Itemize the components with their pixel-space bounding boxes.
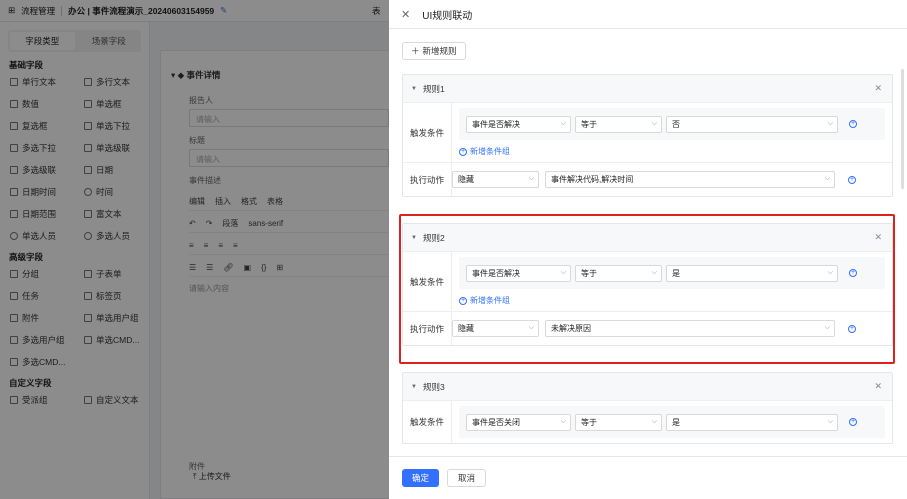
add-action-icon[interactable]: + — [848, 324, 856, 333]
add-circle-icon: + — [459, 296, 467, 305]
condition-field-select[interactable]: 事件是否解决 ⌵ — [466, 264, 571, 282]
chevron-down-icon: ⌵ — [824, 324, 830, 331]
chevron-down-icon: ⌵ — [827, 417, 833, 425]
chevron-down-icon: ⌵ — [827, 119, 833, 127]
chevron-down-icon: ⌵ — [651, 417, 657, 425]
trigger-row: 触发条件 事件是否解决 ⌵ 等于 ⌵ 否 ⌵ + + 新增条件组 — [403, 102, 892, 162]
drawer-header: ✕ UI规则联动 — [389, 0, 907, 29]
drawer-title: UI规则联动 — [422, 10, 473, 22]
modal-overlay[interactable] — [0, 0, 389, 499]
condition-field-select[interactable]: 事件是否解决 ⌵ — [466, 115, 571, 133]
drawer-body: ＋ 新增规则 ▼ 规则1 ✕ 触发条件 事件是否解决⌵ 等于⌵ 否⌵ + — [389, 29, 907, 456]
trigger-content: 事件是否解决 ⌵ 等于 ⌵ 是 ⌵ + + 新增条件组 — [452, 252, 892, 311]
rule-header[interactable]: ▼ 规则1 ✕ — [403, 75, 892, 102]
chevron-down-icon: ⌵ — [528, 175, 534, 182]
delete-rule-icon[interactable]: ✕ — [874, 232, 882, 243]
trigger-content: 事件是否解决 ⌵ 等于 ⌵ 否 ⌵ + + 新增条件组 — [452, 103, 892, 162]
cancel-button[interactable]: 取消 — [447, 469, 487, 487]
chevron-down-icon: ⌵ — [824, 175, 830, 182]
trigger-label: 触发条件 — [403, 252, 452, 311]
close-icon[interactable]: ✕ — [401, 8, 410, 21]
plus-icon: ＋ — [411, 46, 420, 56]
action-content: 隐藏 ⌵ 事件解决代码,解决时间 ⌵ + — [452, 163, 892, 196]
rule-header[interactable]: ▼ 规则3 ✕ — [403, 373, 892, 400]
condition-value-select[interactable]: 是 ⌵ — [666, 264, 838, 282]
condition-value-select[interactable]: 是 ⌵ — [666, 413, 838, 431]
add-condition-icon[interactable]: + — [849, 418, 857, 426]
rule-header[interactable]: ▼ 规则2 ✕ — [403, 224, 892, 251]
rule-card: ▼ 规则2 ✕ 触发条件 事件是否解决⌵ 等于⌵ 是⌵ + + 新增条件组 — [402, 223, 893, 346]
condition-operator-select[interactable]: 等于 ⌵ — [575, 264, 662, 282]
trigger-label: 触发条件 — [403, 401, 452, 443]
add-condition-group-button[interactable]: + 新增条件组 — [459, 295, 885, 306]
caret-down-icon[interactable]: ▼ — [411, 235, 417, 241]
ui-rule-drawer: ✕ UI规则联动 ＋ 新增规则 ▼ 规则1 ✕ 触发条件 事件是否解决 ⌵ 等于 ⌵… — [389, 0, 907, 499]
add-action-icon[interactable]: + — [848, 175, 856, 184]
confirm-button[interactable]: 确定 — [402, 469, 440, 487]
chevron-down-icon: ⌵ — [651, 119, 657, 127]
condition-group: 事件是否解决 ⌵ 等于 ⌵ 否 ⌵ + — [459, 108, 885, 140]
condition-value-select[interactable]: 否 ⌵ — [666, 115, 838, 133]
rule-card: ▼ 规则1 ✕ 触发条件 事件是否解决⌵ 等于⌵ 否⌵ + + 新增条件组 — [402, 74, 893, 197]
delete-rule-icon[interactable]: ✕ — [874, 381, 882, 392]
chevron-down-icon: ⌵ — [827, 268, 833, 276]
delete-rule-icon[interactable]: ✕ — [874, 83, 882, 94]
trigger-row: 触发条件 事件是否关闭 ⌵ 等于 ⌵ 是 ⌵ + — [403, 400, 892, 443]
action-target-select[interactable]: 未解决原因 ⌵ — [545, 320, 835, 337]
action-label: 执行动作 — [403, 163, 452, 196]
action-target-select[interactable]: 事件解决代码,解决时间 ⌵ — [545, 171, 835, 188]
chevron-down-icon: ⌵ — [560, 268, 566, 276]
caret-down-icon[interactable]: ▼ — [411, 86, 417, 92]
add-rule-button[interactable]: ＋ 新增规则 — [402, 42, 466, 60]
rule-card: ▼ 规则3 ✕ 触发条件 事件是否关闭 ⌵ 等于 ⌵ 是 ⌵ + — [402, 372, 893, 444]
drawer-footer: 确定 取消 — [389, 456, 907, 499]
chevron-down-icon: ⌵ — [651, 268, 657, 276]
rule-name: 规则2 — [422, 232, 445, 243]
caret-down-icon[interactable]: ▼ — [411, 384, 417, 390]
drawer-scrollbar[interactable] — [901, 69, 904, 189]
action-row: 执行动作 隐藏 ⌵ 未解决原因 ⌵ + — [403, 311, 892, 345]
action-type-select[interactable]: 隐藏 ⌵ — [452, 320, 539, 337]
action-label: 执行动作 — [403, 312, 452, 345]
chevron-down-icon: ⌵ — [560, 119, 566, 127]
condition-operator-select[interactable]: 等于 ⌵ — [575, 413, 662, 431]
rule-name: 规则1 — [422, 83, 445, 94]
trigger-content: 事件是否关闭 ⌵ 等于 ⌵ 是 ⌵ + — [452, 401, 892, 443]
condition-group: 事件是否解决 ⌵ 等于 ⌵ 是 ⌵ + — [459, 257, 885, 289]
add-condition-group-button[interactable]: + 新增条件组 — [459, 146, 885, 157]
chevron-down-icon: ⌵ — [528, 324, 534, 331]
trigger-label: 触发条件 — [403, 103, 452, 162]
add-condition-icon[interactable]: + — [849, 269, 857, 277]
condition-operator-select[interactable]: 等于 ⌵ — [575, 115, 662, 133]
add-condition-icon[interactable]: + — [849, 120, 857, 128]
trigger-row: 触发条件 事件是否解决 ⌵ 等于 ⌵ 是 ⌵ + + 新增条件组 — [403, 251, 892, 311]
condition-group: 事件是否关闭 ⌵ 等于 ⌵ 是 ⌵ + — [459, 406, 885, 438]
action-row: 执行动作 隐藏 ⌵ 事件解决代码,解决时间 ⌵ + — [403, 162, 892, 196]
action-content: 隐藏 ⌵ 未解决原因 ⌵ + — [452, 312, 892, 345]
condition-field-select[interactable]: 事件是否关闭 ⌵ — [466, 413, 571, 431]
add-circle-icon: + — [459, 147, 467, 156]
action-type-select[interactable]: 隐藏 ⌵ — [452, 171, 539, 188]
rule-name: 规则3 — [422, 381, 445, 392]
chevron-down-icon: ⌵ — [560, 417, 566, 425]
